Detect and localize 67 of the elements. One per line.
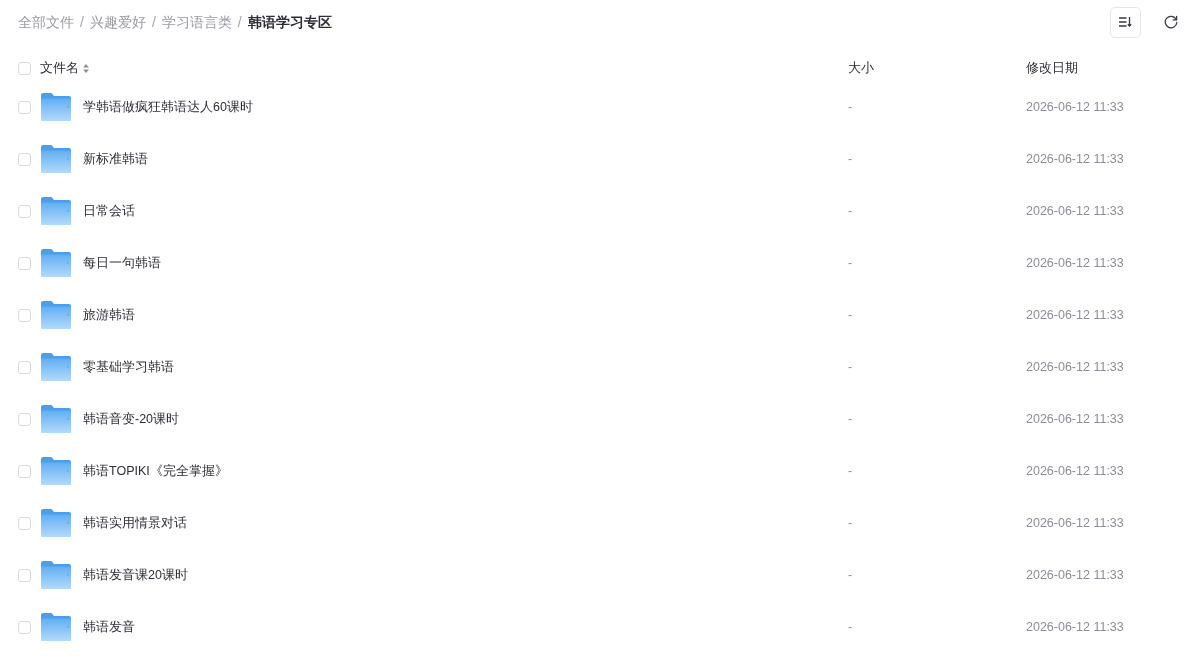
folder-icon [41, 93, 71, 121]
size-cell-text: - [848, 98, 853, 116]
size-cell-text: - [848, 254, 853, 272]
folder-name[interactable]: 每日一句韩语 [83, 253, 161, 273]
modified-date-cell-text: 2026-06-12 11:33 [1026, 514, 1124, 532]
folder-name[interactable]: 日常会话 [83, 201, 135, 221]
list-sort-icon [1119, 17, 1132, 27]
size-cell-text: - [848, 618, 853, 636]
size-cell-text: - [848, 410, 853, 428]
modified-date-cell-text: 2026-06-12 11:33 [1026, 306, 1124, 324]
checkbox[interactable] [18, 412, 31, 426]
folder-icon [41, 197, 71, 225]
folder-name[interactable]: 韩语实用情景对话 [83, 513, 187, 533]
checkbox[interactable] [18, 256, 31, 270]
breadcrumb-separator: / [237, 12, 242, 32]
size-cell-text: - [848, 358, 853, 376]
size-cell-text: - [848, 462, 853, 480]
modified-date-cell-text: 2026-06-12 11:33 [1026, 618, 1124, 636]
folder-name[interactable]: 韩语音变-20课时 [83, 409, 180, 429]
folder-name[interactable]: 学韩语做疯狂韩语达人60课时 [83, 97, 253, 117]
folder-name[interactable]: 旅游韩语 [83, 305, 135, 325]
sort-icon[interactable] [83, 63, 89, 73]
modified-date-cell-text: 2026-06-12 11:33 [1026, 254, 1124, 272]
size-cell-text: - [848, 566, 853, 584]
checkbox[interactable] [18, 61, 31, 75]
checkbox[interactable] [18, 100, 31, 114]
folder-icon [41, 405, 71, 433]
folder-icon [41, 457, 71, 485]
checkbox[interactable] [18, 620, 31, 634]
modified-date-cell-text: 2026-06-12 11:33 [1026, 566, 1124, 584]
column-header[interactable]: 文件名 [40, 58, 89, 78]
size-cell-text: - [848, 150, 853, 168]
sort-order-button[interactable] [1110, 6, 1141, 38]
folder-icon [41, 353, 71, 381]
folder-icon [41, 613, 71, 641]
breadcrumb-separator: / [80, 12, 84, 32]
modified-date-cell-text: 2026-06-12 11:33 [1026, 410, 1124, 428]
folder-icon [41, 145, 71, 173]
folder-name[interactable]: 零基础学习韩语 [83, 357, 174, 377]
modified-date-cell-text: 2026-06-12 11:33 [1026, 98, 1124, 116]
modified-date-cell-text: 2026-06-12 11:33 [1026, 202, 1124, 220]
refresh-icon [1164, 15, 1178, 29]
column-header[interactable]: 修改日期 [1026, 58, 1078, 78]
checkbox[interactable] [18, 360, 31, 374]
folder-name[interactable]: 韩语发音 [83, 617, 135, 637]
folder-icon [41, 509, 71, 537]
checkbox[interactable] [18, 152, 31, 166]
modified-date-cell-text: 2026-06-12 11:33 [1026, 358, 1124, 376]
column-header[interactable]: 大小 [848, 58, 874, 78]
size-cell-text: - [848, 514, 853, 532]
folder-name[interactable]: 韩语TOPIKI《完全掌握》 [83, 461, 228, 481]
folder-icon [41, 301, 71, 329]
folder-name[interactable]: 新标准韩语 [83, 149, 148, 169]
size-cell-text: - [848, 202, 853, 220]
modified-date-cell-text: 2026-06-12 11:33 [1026, 150, 1124, 168]
checkbox[interactable] [18, 308, 31, 322]
folder-icon [41, 561, 71, 589]
folder-name[interactable]: 韩语发音课20课时 [83, 565, 188, 585]
checkbox[interactable] [18, 568, 31, 582]
breadcrumb-separator: / [151, 12, 156, 32]
size-cell-text: - [848, 306, 853, 324]
breadcrumb-link[interactable]: 韩语学习专区 [247, 11, 332, 33]
modified-date-cell-text: 2026-06-12 11:33 [1026, 462, 1124, 480]
checkbox[interactable] [18, 204, 31, 218]
checkbox[interactable] [18, 516, 31, 530]
folder-icon [41, 249, 71, 277]
checkbox[interactable] [18, 464, 31, 478]
